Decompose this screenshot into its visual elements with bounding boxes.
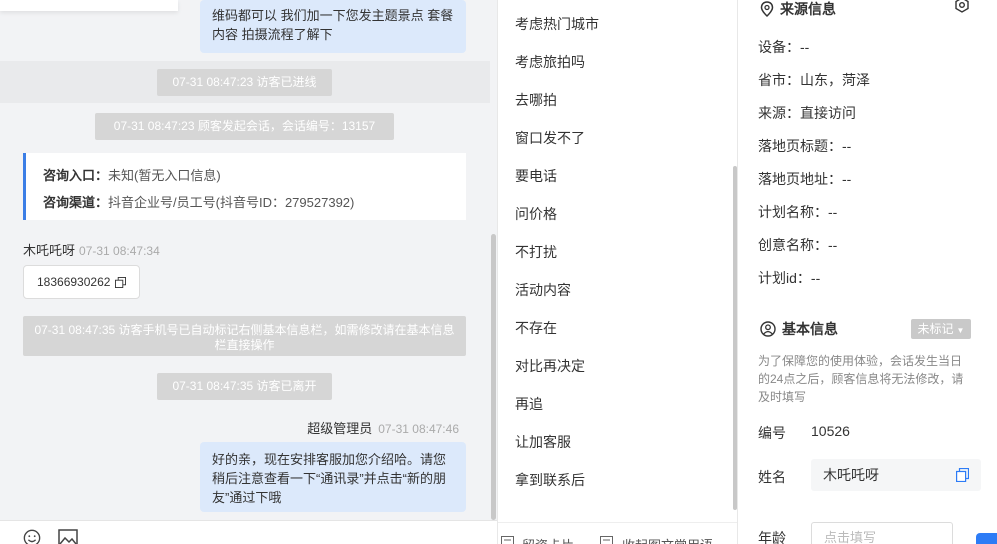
field-value: 直接访问 — [800, 105, 856, 121]
emoji-icon[interactable] — [22, 529, 42, 544]
consult-entry-row: 咨询入口：未知(暂无入口信息) — [43, 162, 449, 189]
agent-message-text: 好的亲，现在安排客服加您介绍哈。请您稍后注意查看一下“通讯录”并点击“新的朋友”… — [212, 452, 447, 505]
visitor-phone-text: 18366930262 — [37, 275, 111, 289]
image-icon[interactable] — [58, 529, 78, 544]
consult-info-card: 咨询入口：未知(暂无入口信息) 咨询渠道：抖音企业号/员工号(抖音号ID：279… — [23, 153, 466, 220]
agent-message-text: 维码都可以 我们加一下您发主题景点 套餐内容 拍摄流程了解下 — [212, 8, 454, 42]
basic-info-header: 基本信息 — [760, 319, 838, 339]
age-input[interactable]: 点击填写 — [811, 522, 953, 544]
quick-reply-item[interactable]: 窗口发不了 — [515, 128, 585, 148]
quick-reply-scrollbar[interactable] — [733, 166, 737, 510]
agent-message-bubble: 维码都可以 我们加一下您发主题景点 套餐内容 拍摄流程了解下 — [200, 0, 466, 53]
visitor-phone-bubble: 18366930262 — [23, 265, 140, 299]
chat-message-list[interactable]: 维码都可以 我们加一下您发主题景点 套餐内容 拍摄流程了解下 07-31 08:… — [0, 0, 490, 520]
field-value: 山东，菏泽 — [800, 72, 870, 88]
agent-name: 超级管理员 — [307, 421, 373, 436]
field-value: -- — [842, 171, 852, 187]
visitor-header: 木吒吒呀 07-31 08:47:34 — [23, 240, 160, 259]
name-value: 木吒吒呀 — [823, 467, 879, 483]
field-label: 来源： — [758, 105, 800, 121]
consult-entry-value: 未知(暂无入口信息) — [108, 168, 221, 183]
system-message-session: 07-31 08:47:23 顾客发起会话，会话编号：13157 — [95, 113, 394, 140]
mark-status-dropdown[interactable]: 未标记 ▼ — [911, 319, 971, 339]
quick-reply-item[interactable]: 不存在 — [515, 318, 557, 338]
quick-reply-item[interactable]: 再追 — [515, 394, 543, 414]
user-icon — [760, 321, 776, 337]
source-origin-row: 来源：直接访问 — [758, 103, 856, 123]
quick-reply-item[interactable]: 不打扰 — [515, 242, 557, 262]
quick-reply-item[interactable]: 考虑旅拍吗 — [515, 52, 585, 72]
quick-reply-item[interactable]: 让加客服 — [515, 432, 571, 452]
quick-reply-panel: 考虑热门城市 考虑旅拍吗 去哪拍 窗口发不了 要电话 问价格 不打扰 活动内容 … — [497, 0, 738, 544]
age-placeholder: 点击填写 — [824, 530, 877, 544]
location-icon — [760, 1, 774, 17]
agent-message-bubble: 好的亲，现在安排客服加您介绍哈。请您稍后注意查看一下“通讯录”并点击“新的朋友”… — [200, 442, 466, 512]
quick-reply-item[interactable]: 问价格 — [515, 204, 557, 224]
field-value: -- — [828, 204, 838, 220]
previous-message-stub — [0, 0, 178, 11]
name-label: 姓名 — [758, 469, 786, 485]
floating-action-button[interactable] — [976, 533, 997, 544]
field-value: -- — [810, 270, 821, 286]
lead-card-button[interactable]: 留资卡片 — [522, 535, 574, 544]
source-creative-name-row: 创意名称：-- — [758, 235, 837, 255]
mark-status-label: 未标记 — [917, 322, 954, 336]
card-icon — [501, 536, 514, 544]
basic-info-title: 基本信息 — [782, 321, 838, 337]
field-label: 设备： — [758, 39, 800, 55]
copy-icon[interactable] — [115, 277, 126, 288]
settings-icon[interactable] — [954, 0, 970, 13]
field-value: -- — [800, 39, 810, 55]
visitor-info-panel: 来源信息 设备：-- 省市：山东，菏泽 来源：直接访问 落地页标题：-- 落地页… — [738, 0, 997, 544]
consult-channel-row: 咨询渠道：抖音企业号/员工号(抖音号ID：279527392) — [43, 189, 449, 216]
quick-reply-item[interactable]: 活动内容 — [515, 280, 571, 300]
copy-name-icon[interactable] — [956, 468, 969, 482]
quick-reply-item[interactable]: 要电话 — [515, 166, 557, 186]
chat-scrollbar[interactable] — [491, 234, 496, 520]
quick-reply-item[interactable]: 拿到联系后 — [515, 470, 585, 490]
source-region-row: 省市：山东，菏泽 — [758, 70, 870, 90]
field-label: 省市： — [758, 72, 800, 88]
quick-reply-item[interactable]: 考虑热门城市 — [515, 14, 599, 34]
agent-header: 超级管理员 07-31 08:47:46 — [307, 418, 459, 437]
field-label: 计划名称： — [758, 204, 828, 220]
field-label: 落地页标题： — [758, 138, 842, 154]
consult-channel-value: 抖音企业号/员工号(抖音号ID：279527392) — [108, 195, 355, 210]
consult-channel-label: 咨询渠道： — [43, 195, 109, 210]
agent-timestamp: 07-31 08:47:46 — [378, 422, 459, 436]
quick-reply-footer: 留资卡片 收起图文常用语 — [498, 522, 737, 544]
system-message-auto-mark: 07-31 08:47:35 访客手机号已自动标记右侧基本信息栏，如需修改请在基… — [23, 316, 466, 356]
chat-panel: 维码都可以 我们加一下您发主题景点 套餐内容 拍摄流程了解下 07-31 08:… — [0, 0, 497, 544]
collapse-phrases-button[interactable]: 收起图文常用语 — [622, 535, 713, 544]
source-info-header: 来源信息 — [760, 0, 836, 19]
field-label: 创意名称： — [758, 237, 828, 253]
source-plan-id-row: 计划id：-- — [758, 268, 820, 288]
source-device-row: 设备：-- — [758, 37, 809, 57]
quick-reply-item[interactable]: 对比再决定 — [515, 356, 585, 376]
visitor-timestamp: 07-31 08:47:34 — [79, 244, 160, 258]
source-info-title: 来源信息 — [780, 1, 836, 17]
field-value: -- — [842, 138, 852, 154]
visitor-name: 木吒吒呀 — [23, 243, 76, 258]
chevron-down-icon: ▼ — [956, 326, 965, 335]
source-landing-url-row: 落地页地址：-- — [758, 169, 851, 189]
id-label: 编号 — [758, 425, 786, 441]
field-label: 落地页地址： — [758, 171, 842, 187]
chat-toolbar — [0, 520, 497, 544]
source-landing-title-row: 落地页标题：-- — [758, 136, 851, 156]
consult-entry-label: 咨询入口： — [43, 168, 109, 183]
field-label: 计划id： — [758, 270, 811, 286]
system-message-leave: 07-31 08:47:35 访客已离开 — [157, 373, 332, 400]
edit-deadline-hint: 为了保障您的使用体验，会话发生当日的24点之后，顾客信息将无法修改，请及时填写 — [758, 354, 964, 404]
field-value: -- — [828, 237, 838, 253]
source-plan-name-row: 计划名称：-- — [758, 202, 837, 222]
system-message-enter: 07-31 08:47:23 访客已进线 — [157, 69, 332, 96]
quick-reply-item[interactable]: 去哪拍 — [515, 90, 557, 110]
age-label: 年龄 — [758, 530, 786, 544]
collapse-icon — [600, 536, 613, 544]
id-value: 10526 — [811, 423, 850, 439]
